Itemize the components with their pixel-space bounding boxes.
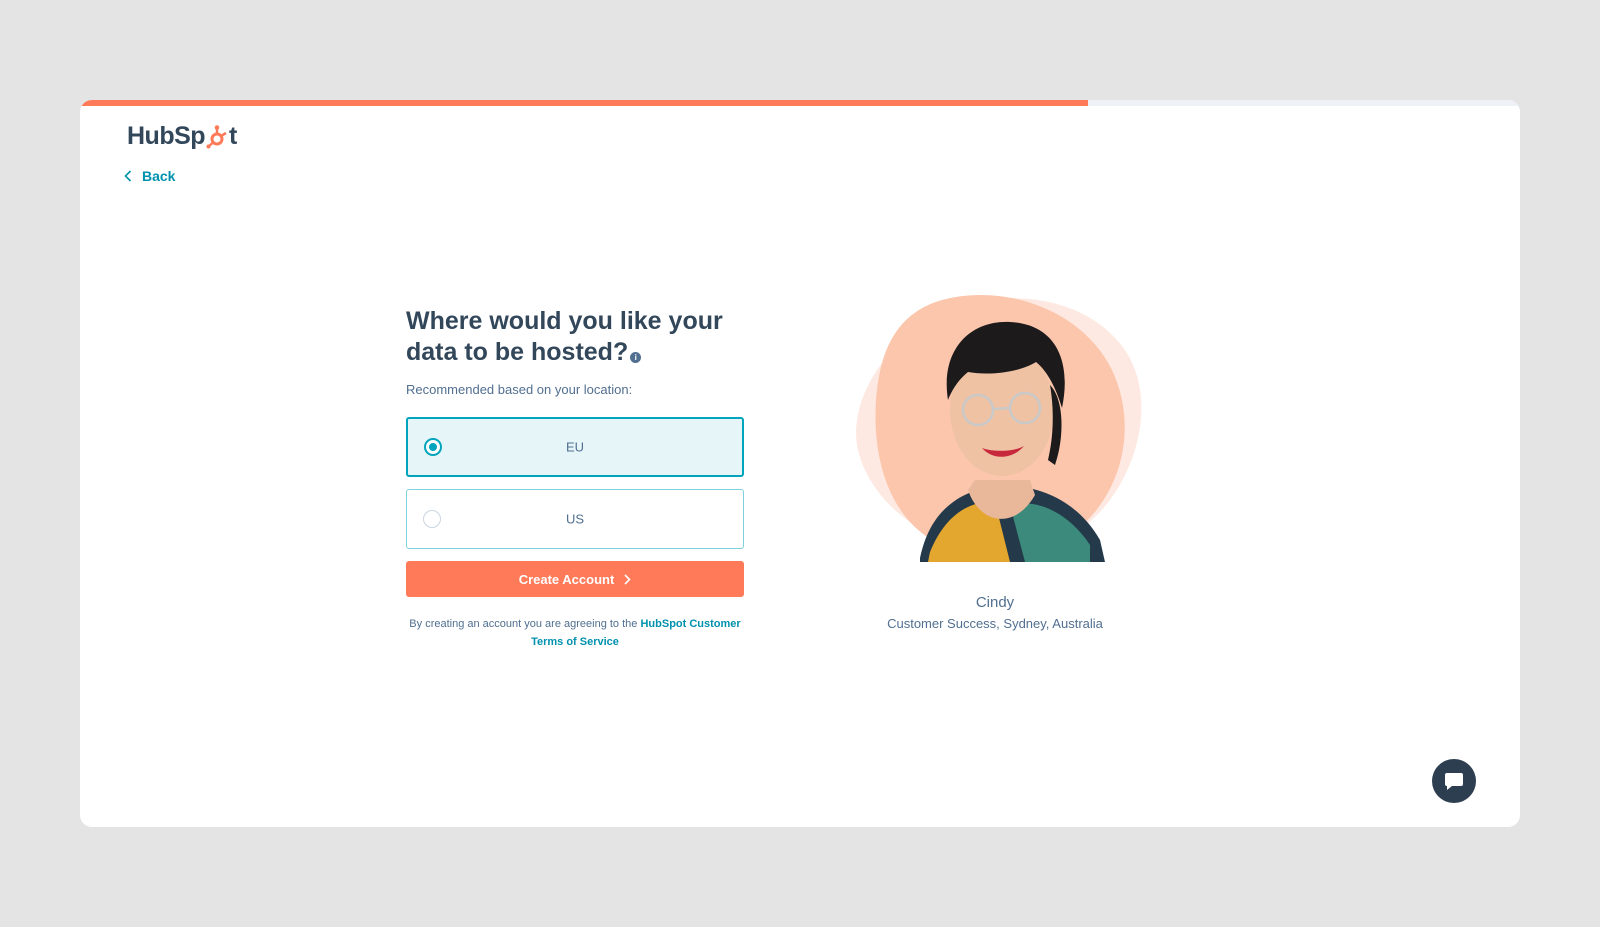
chat-bubble-icon [1445, 773, 1463, 790]
testimonial-name: Cindy [975, 594, 1015, 611]
create-account-label: Create Account [518, 571, 615, 587]
back-label: Back [142, 168, 176, 184]
testimonial-role: Customer Success, Sydney, Australia [887, 616, 1103, 631]
region-option-eu[interactable]: EU [406, 417, 744, 477]
create-account-button[interactable]: Create Account [406, 561, 744, 597]
page-title: Where would you like your data to be hos… [406, 306, 746, 368]
chat-launcher-button[interactable] [1432, 759, 1476, 803]
recommendation-text: Recommended based on your location: [406, 382, 633, 397]
region-option-us[interactable]: US [406, 489, 744, 549]
signup-card: HubSp t Back Where would you like your d… [80, 100, 1520, 827]
region-label-us: US [565, 511, 585, 527]
logo-text-end: t [229, 122, 237, 150]
region-label-eu: EU [565, 439, 585, 455]
hosting-form: Where would you like your data to be hos… [406, 306, 746, 651]
chevron-right-icon [624, 573, 631, 585]
testimonial-portrait [856, 294, 1142, 562]
sprocket-icon [206, 124, 227, 148]
info-icon[interactable]: i [630, 352, 642, 363]
chevron-left-icon [124, 170, 132, 182]
progress-bar [80, 100, 1520, 106]
logo-text-start: HubSp [127, 122, 206, 150]
terms-prefix: By creating an account you are agreeing … [409, 618, 638, 630]
terms-notice: By creating an account you are agreeing … [406, 615, 744, 651]
hubspot-logo: HubSp t [127, 122, 237, 151]
back-link[interactable]: Back [124, 168, 175, 184]
page-title-text: Where would you like your data to be hos… [406, 307, 723, 366]
progress-fill [80, 100, 1088, 106]
